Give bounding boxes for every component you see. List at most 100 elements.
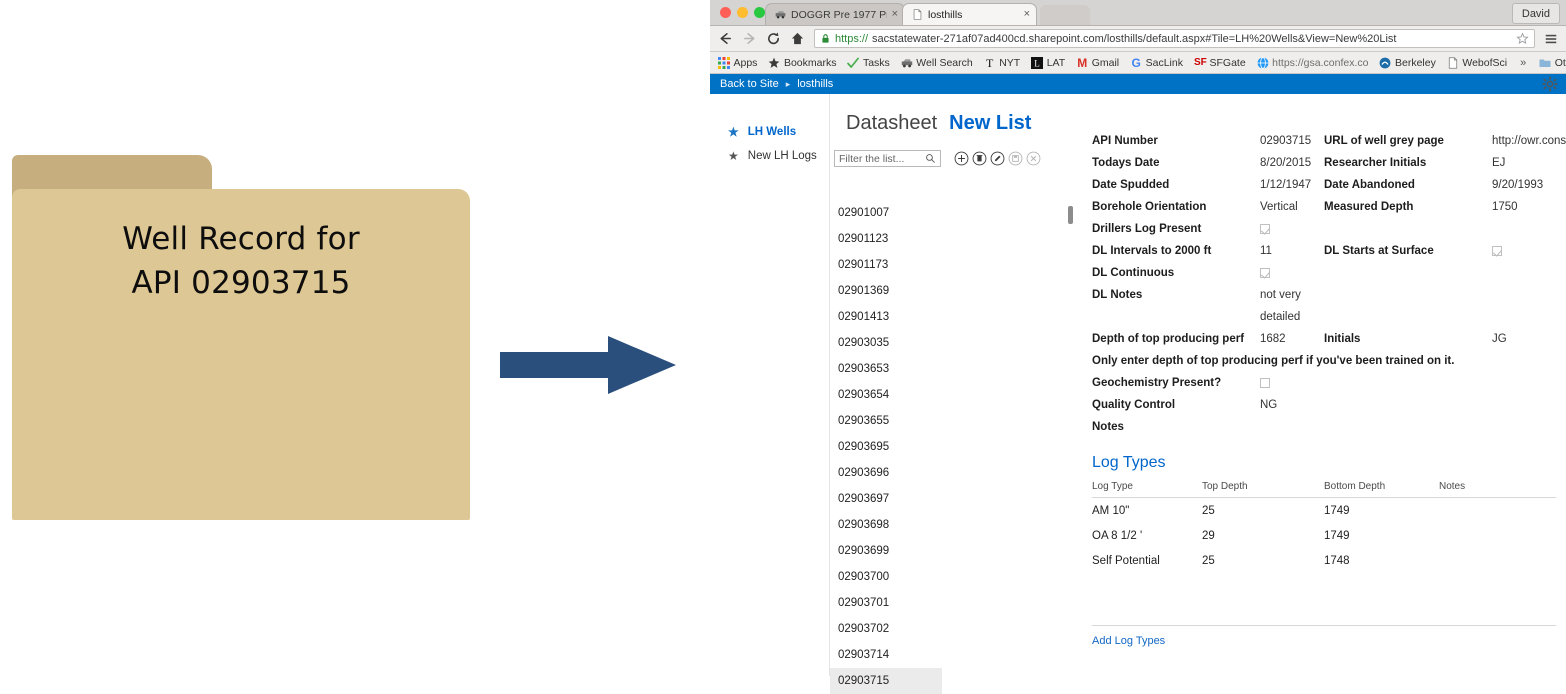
site-name-link[interactable]: losthills [797, 78, 833, 90]
table-row[interactable]: OA 8 1/2 ' 29 1749 [1092, 523, 1556, 548]
add-item-button[interactable] [954, 151, 969, 166]
checkbox-drillers-log-present[interactable] [1260, 224, 1270, 234]
doggr-icon [775, 11, 786, 19]
field-value: 02903715 [1260, 135, 1312, 147]
detail-row: Only enter depth of top producing perf i… [1092, 350, 1556, 372]
bookmark-gmail[interactable]: M Gmail [1076, 57, 1119, 69]
list-item[interactable]: 02901123 [830, 226, 942, 252]
field-value: 8/20/2015 [1260, 157, 1312, 169]
checkbox-geochemistry-present[interactable] [1260, 378, 1270, 388]
list-toolbar [830, 150, 1055, 167]
page-icon [913, 9, 922, 20]
list-item[interactable]: 02903699 [830, 538, 942, 564]
gear-icon[interactable] [1542, 76, 1558, 92]
checkbox-dl-starts-at-surface[interactable] [1492, 246, 1502, 256]
list-item[interactable]: 02903701 [830, 590, 942, 616]
bookmark-star-icon[interactable] [1516, 32, 1529, 45]
checkbox-dl-continuous[interactable] [1260, 268, 1270, 278]
sidebar-item-lh-wells[interactable]: ★ LH Wells [710, 120, 829, 144]
bookmark-bookmarks[interactable]: Bookmarks [768, 57, 836, 69]
list-item[interactable]: 02903714 [830, 642, 942, 668]
bookmark-nyt[interactable]: T NYT [984, 56, 1021, 69]
browser-tab-losthills[interactable]: losthills × [902, 3, 1037, 25]
bookmark-well-search[interactable]: Well Search [901, 57, 973, 69]
table-row[interactable]: AM 10" 25 1749 [1092, 498, 1556, 524]
reload-icon[interactable] [766, 31, 781, 46]
hamburger-menu-icon[interactable] [1544, 32, 1558, 46]
table-row[interactable]: Self Potential 25 1748 [1092, 548, 1556, 573]
browser-tab-doggr[interactable]: DOGGR Pre 1977 Product × [765, 3, 905, 25]
bookmark-berkeley[interactable]: Berkeley [1379, 57, 1436, 69]
bookmark-gsa-confex[interactable]: https://gsa.confex.co [1257, 57, 1368, 69]
list-item[interactable]: 02903655 [830, 408, 942, 434]
filter-input[interactable] [839, 152, 925, 165]
sidebar-item-new-lh-logs[interactable]: ★ New LH Logs [710, 144, 829, 168]
item-list-panel: 02901007 02901123 02901173 02901369 0290… [830, 150, 1073, 694]
field-label: Drillers Log Present [1092, 223, 1202, 235]
list-item[interactable]: 02901173 [830, 252, 942, 278]
field-todays-date: Todays Date 8/20/2015 [1092, 152, 1324, 174]
home-icon[interactable] [790, 31, 805, 46]
bookmark-label: LAT [1046, 56, 1066, 69]
address-bar[interactable]: https://sacstatewater-271af07ad400cd.sha… [814, 29, 1535, 48]
forward-arrow-icon[interactable] [742, 31, 757, 46]
field-geochemistry-present: Geochemistry Present? [1092, 372, 1324, 394]
minimize-window-button[interactable] [737, 7, 748, 18]
bookmark-apps[interactable]: Apps [718, 56, 757, 69]
list-item[interactable]: 02903035 [830, 330, 942, 356]
list-item[interactable]: 02901007 [830, 200, 942, 226]
list-item[interactable]: 02903698 [830, 512, 942, 538]
bookmark-sfgate[interactable]: SF SFGate [1194, 57, 1246, 69]
bookmark-webofsci[interactable]: WebofSci [1447, 57, 1507, 69]
list-scrollbar-thumb[interactable] [1068, 206, 1073, 224]
bookmarks-overflow-icon[interactable]: » [1518, 57, 1528, 69]
star-icon: ★ [728, 149, 739, 163]
table-header-row: Log Type Top Depth Bottom Depth Notes [1092, 481, 1556, 498]
field-dl-starts-at-surface: DL Starts at Surface [1324, 240, 1556, 262]
detail-row: Todays Date 8/20/2015 Researcher Initial… [1092, 152, 1556, 174]
save-item-button[interactable] [1008, 151, 1023, 166]
back-to-site-link[interactable]: Back to Site [720, 78, 779, 90]
detail-row: Notes [1092, 416, 1556, 438]
cancel-item-button[interactable] [1026, 151, 1041, 166]
detail-row: Depth of top producing perf 1682 Initial… [1092, 328, 1556, 350]
list-item[interactable]: 02901413 [830, 304, 942, 330]
list-item[interactable]: 02903697 [830, 486, 942, 512]
list-item[interactable]: 02903700 [830, 564, 942, 590]
add-log-types-link[interactable]: Add Log Types [1092, 635, 1165, 647]
list-item-selected[interactable]: 02903715 [830, 668, 942, 694]
maximize-window-button[interactable] [754, 7, 765, 18]
list-item[interactable]: 02903702 [830, 616, 942, 642]
filter-input-wrapper[interactable] [834, 150, 941, 167]
list-item[interactable]: 02903654 [830, 382, 942, 408]
list-item[interactable]: 02903695 [830, 434, 942, 460]
bookmark-label: Well Search [916, 56, 973, 69]
close-tab-icon[interactable]: × [1024, 9, 1030, 20]
list-item[interactable]: 02901369 [830, 278, 942, 304]
window-controls[interactable] [720, 7, 765, 18]
folder-label-line2: API 02903715 [131, 265, 351, 302]
new-tab-button[interactable] [1040, 5, 1090, 25]
bookmark-label: NYT [999, 56, 1021, 69]
bookmark-other-bookmarks[interactable]: Other Bookmarks [1539, 57, 1566, 69]
list-item[interactable]: 02903653 [830, 356, 942, 382]
bookmark-saclink[interactable]: G SacLink [1130, 57, 1183, 69]
bookmark-lat[interactable]: L LAT [1031, 56, 1066, 69]
search-icon[interactable] [925, 153, 936, 164]
sharepoint-suite-bar: Back to Site ▸ losthills [710, 74, 1566, 94]
google-icon: G [1131, 55, 1141, 70]
back-arrow-icon[interactable] [718, 31, 733, 46]
field-spacer [1324, 218, 1556, 240]
bookmark-tasks[interactable]: Tasks [847, 57, 890, 69]
profile-button[interactable]: David [1511, 3, 1560, 24]
cell-top-depth: 25 [1202, 505, 1215, 517]
cell-top-depth: 25 [1202, 555, 1215, 567]
delete-item-button[interactable] [972, 151, 987, 166]
close-tab-icon[interactable]: × [892, 9, 898, 20]
list-item[interactable]: 02903696 [830, 460, 942, 486]
checkmark-icon [847, 57, 860, 68]
close-window-button[interactable] [720, 7, 731, 18]
edit-item-button[interactable] [990, 151, 1005, 166]
field-date-spudded: Date Spudded 1/12/1947 [1092, 174, 1324, 196]
detail-row: DL Notes not very detailed [1092, 284, 1556, 328]
